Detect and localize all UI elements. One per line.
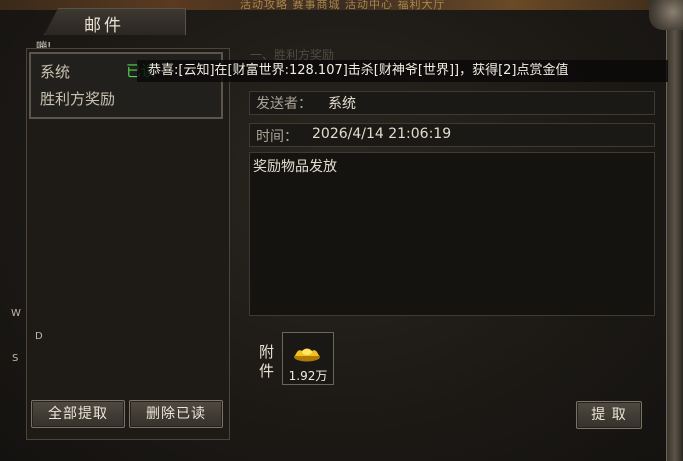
detail-faded-header: 一、胜利方奖励 (250, 48, 335, 62)
side-letter-d: D (35, 331, 43, 342)
window-right-border (666, 0, 683, 461)
mail-item-victory-reward[interactable]: 胜利方奖励 (40, 88, 115, 109)
time-field (249, 123, 655, 147)
delete-read-button[interactable]: 删除已读 (129, 400, 223, 428)
system-broadcast-banner: 恭喜:[云知]在[财富世界:128.107]击杀[财神爷[世界]]，获得[2]点… (137, 60, 668, 82)
take-button[interactable]: 提 取 (576, 401, 642, 429)
side-letter-w: W (11, 308, 21, 319)
attachment-count: 1.92万 (288, 369, 328, 383)
corner-ornament-icon (649, 0, 683, 30)
side-letter-s: S (12, 353, 19, 364)
mail-item-system[interactable]: 系统 (40, 61, 70, 82)
time-value: 2026/4/14 21:06:19 (312, 126, 452, 142)
top-banner-text: 活动攻略 赛事商城 活动中心 福利大厅 (240, 0, 446, 11)
window-title: 邮件 (84, 16, 124, 36)
attachment-label-bottom: 件 (259, 362, 275, 380)
sender-label: 发送者： (256, 96, 312, 112)
gold-ingot-icon (294, 348, 320, 362)
time-label: 时间： (256, 129, 298, 145)
attachment-label-top: 附 (259, 343, 275, 361)
mail-body-text: 奖励物品发放 (253, 159, 337, 175)
mail-body-box (249, 152, 655, 316)
sender-value: 系统 (328, 96, 356, 112)
take-all-button[interactable]: 全部提取 (31, 400, 125, 428)
